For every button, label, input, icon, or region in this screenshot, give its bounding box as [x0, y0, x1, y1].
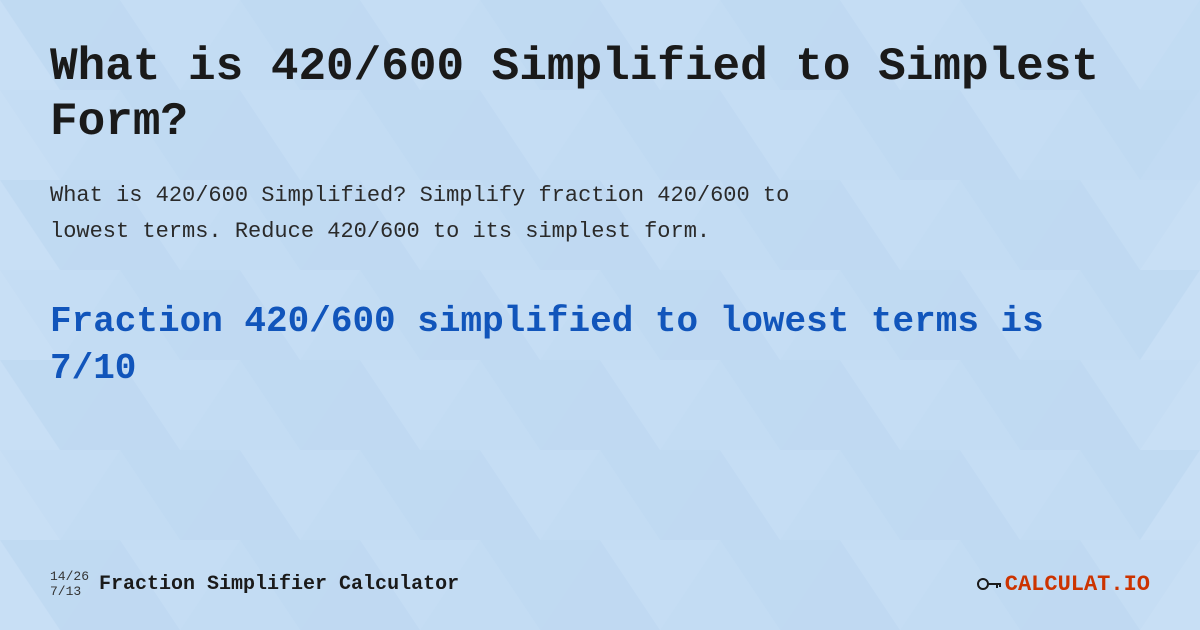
footer: 14/26 7/13 Fraction Simplifier Calculato…	[50, 549, 1150, 600]
logo-text-main: CALCULAT	[1005, 572, 1111, 597]
logo-text: CALCULAT.IO	[1005, 572, 1150, 597]
footer-site-title: Fraction Simplifier Calculator	[99, 573, 459, 596]
description-line2: lowest terms. Reduce 420/600 to its simp…	[50, 219, 710, 244]
logo-icon	[975, 572, 1005, 596]
page-title: What is 420/600 Simplified to Simplest F…	[50, 40, 1150, 150]
logo: CALCULAT.IO	[975, 572, 1150, 597]
footer-fraction2: 7/13	[50, 584, 89, 600]
result-line1: Fraction 420/600 simplified to lowest te…	[50, 301, 1044, 342]
logo-text-accent: .IO	[1110, 572, 1150, 597]
description-line1: What is 420/600 Simplified? Simplify fra…	[50, 183, 789, 208]
result-text: Fraction 420/600 simplified to lowest te…	[50, 299, 1150, 393]
description-text: What is 420/600 Simplified? Simplify fra…	[50, 178, 1150, 248]
footer-fractions: 14/26 7/13	[50, 569, 89, 600]
footer-fraction1: 14/26	[50, 569, 89, 585]
result-line2: 7/10	[50, 348, 136, 389]
